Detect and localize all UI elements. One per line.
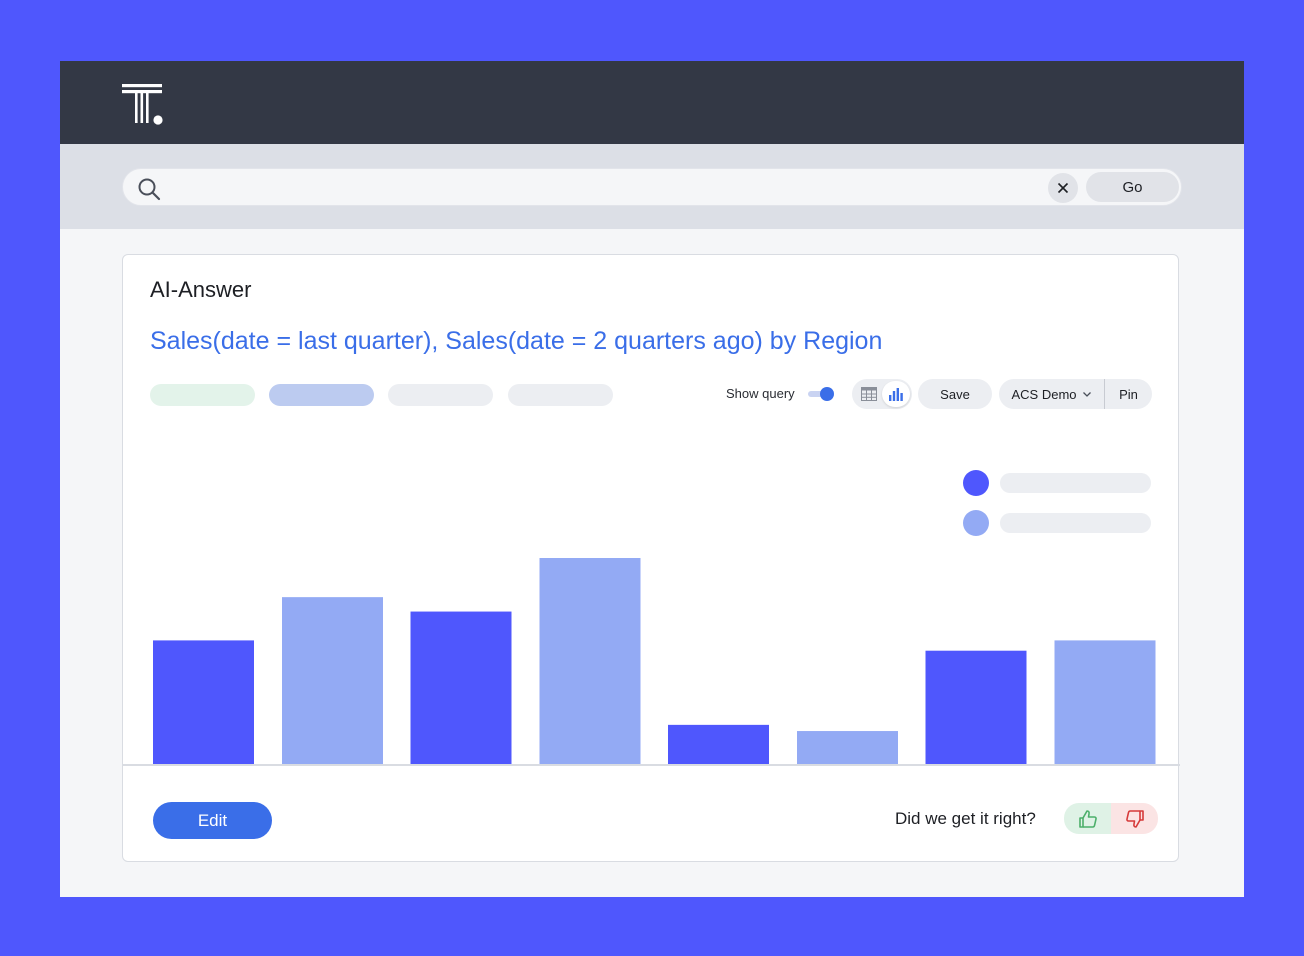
ai-answer-card: AI-Answer Sales(date = last quarter), Sa… xyxy=(122,254,1180,862)
chart-view-button[interactable] xyxy=(882,381,910,407)
go-button[interactable]: Go xyxy=(1086,172,1179,202)
feedback-prompt: Did we get it right? xyxy=(895,809,1036,828)
chart-bar[interactable] xyxy=(153,640,254,764)
card-title: AI-Answer xyxy=(150,277,252,302)
save-button[interactable]: Save xyxy=(918,379,992,409)
clear-search-button[interactable] xyxy=(1048,173,1078,203)
chart-bar[interactable] xyxy=(797,731,898,764)
filter-chip[interactable] xyxy=(150,384,255,406)
bar-chart-icon xyxy=(889,388,903,401)
table-view-button[interactable] xyxy=(858,383,880,405)
chart-bar[interactable] xyxy=(668,724,769,764)
show-query-toggle[interactable] xyxy=(808,387,836,401)
search-icon xyxy=(138,178,161,201)
chart-bar[interactable] xyxy=(282,597,383,764)
search-input[interactable] xyxy=(171,174,1031,202)
thoughtspot-logo[interactable] xyxy=(121,83,165,127)
thumbs-down-button[interactable] xyxy=(1111,803,1158,834)
acs-demo-label: ACS Demo xyxy=(1011,386,1077,402)
top-navigation-bar xyxy=(60,61,1244,144)
search-bar: Go xyxy=(122,168,1182,206)
table-icon xyxy=(861,387,877,401)
thumbs-down-icon xyxy=(1125,809,1144,828)
toggle-knob xyxy=(820,387,834,401)
chart-bar[interactable] xyxy=(925,650,1027,764)
chart-bar[interactable] xyxy=(1054,640,1156,764)
bar-chart xyxy=(153,558,1156,764)
close-icon xyxy=(1057,182,1069,194)
acs-pin-group: ACS Demo Pin xyxy=(999,379,1152,409)
filter-chip[interactable] xyxy=(508,384,613,406)
acs-demo-dropdown[interactable]: ACS Demo xyxy=(999,379,1104,409)
filter-chip[interactable] xyxy=(388,384,493,406)
footer-divider xyxy=(123,764,1180,766)
query-title: Sales(date = last quarter), Sales(date =… xyxy=(150,327,883,355)
filter-chip[interactable] xyxy=(269,384,374,406)
show-query-label: Show query xyxy=(726,386,795,401)
chevron-down-icon xyxy=(1082,392,1091,397)
thumbs-up-button[interactable] xyxy=(1064,803,1111,834)
app-window: Go AI-Answer Sales(date = last quarter),… xyxy=(60,61,1244,897)
view-switcher xyxy=(852,379,912,409)
search-area: Go xyxy=(60,144,1244,229)
chart-bar[interactable] xyxy=(410,611,512,764)
chart-bar[interactable] xyxy=(539,558,641,764)
edit-button[interactable]: Edit xyxy=(153,802,272,839)
thumbs-up-icon xyxy=(1078,809,1097,828)
pin-button[interactable]: Pin xyxy=(1105,379,1152,409)
